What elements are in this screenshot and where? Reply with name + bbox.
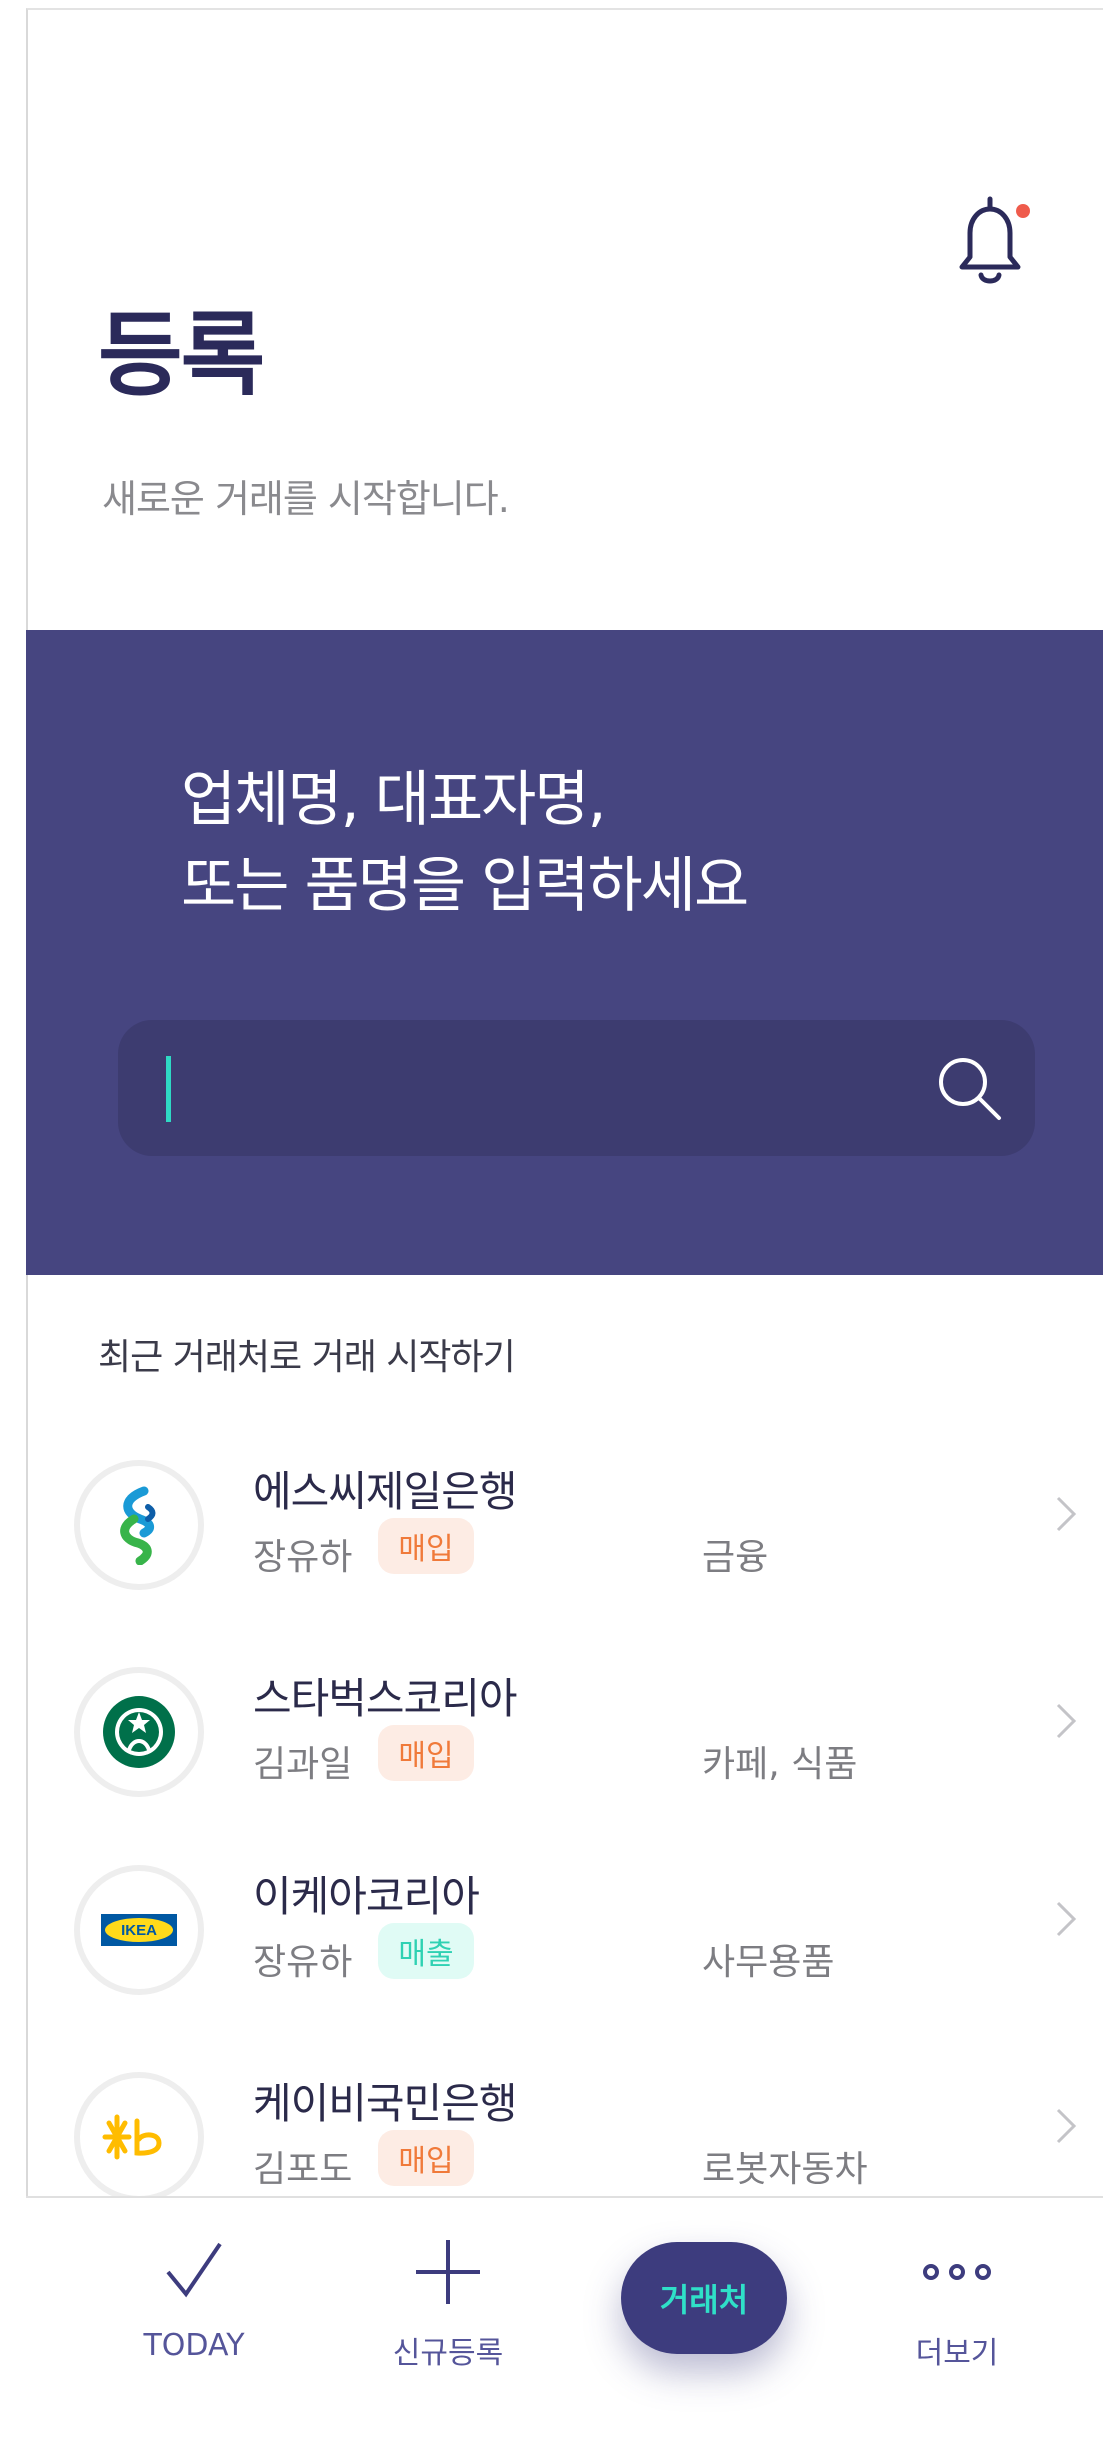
search-prompt-line2: 또는 품명을 입력하세요	[181, 851, 749, 921]
text-caret	[166, 1056, 171, 1122]
page-title: 등록	[98, 302, 265, 409]
page-subtitle: 새로운 거래를 시작합니다.	[102, 477, 510, 521]
partner-row[interactable]: 케이비국민은행 김포도 매입 로봇자동차	[26, 2042, 1103, 2212]
search-hero: 업체명, 대표자명, 또는 품명을 입력하세요	[26, 630, 1103, 1275]
search-icon[interactable]	[933, 1052, 1005, 1124]
chevron-right-icon	[1056, 1496, 1077, 1532]
tab-new[interactable]: 신규등록	[348, 2198, 548, 2398]
search-prompt-line1: 업체명, 대표자명,	[181, 765, 607, 835]
bottom-tab-bar: TODAY 신규등록 거래처 더보기	[26, 2196, 1103, 2452]
ikea-logo: IKEA	[74, 1865, 204, 1995]
plus-icon	[416, 2240, 480, 2304]
partner-category: 카페, 식품	[702, 1744, 858, 1785]
starbucks-logo	[74, 1667, 204, 1797]
tab-more-label: 더보기	[915, 2336, 999, 2371]
svg-text:IKEA: IKEA	[121, 1922, 157, 1939]
chevron-right-icon	[1056, 1901, 1077, 1937]
more-dots-icon	[923, 2264, 991, 2280]
partner-person: 장유하	[253, 1537, 353, 1578]
partner-name: 스타벅스코리아	[253, 1674, 517, 1723]
partner-person: 김과일	[253, 1744, 353, 1785]
partner-row[interactable]: IKEA 이케아코리아 장유하 매출 사무용품	[26, 1835, 1103, 2005]
trade-type-badge: 매입	[378, 2130, 474, 2186]
partner-category: 사무용품	[702, 1942, 835, 1983]
recent-partners-label: 최근 거래처로 거래 시작하기	[98, 1337, 516, 1378]
partner-row[interactable]: 스타벅스코리아 김과일 매입 카페, 식품	[26, 1637, 1103, 1807]
partner-name: 에스씨제일은행	[253, 1467, 517, 1516]
notification-dot	[1016, 204, 1030, 218]
tab-today-label: TODAY	[143, 2328, 245, 2363]
tab-partners[interactable]: 거래처	[621, 2242, 787, 2354]
partner-category: 로봇자동차	[702, 2149, 868, 2190]
chevron-right-icon	[1056, 1703, 1077, 1739]
partner-name: 케이비국민은행	[253, 2079, 517, 2128]
partner-row[interactable]: 에스씨제일은행 장유하 매입 금융	[26, 1430, 1103, 1600]
check-icon	[166, 2242, 222, 2298]
partner-person: 김포도	[253, 2149, 353, 2190]
standard-chartered-logo	[74, 1460, 204, 1590]
kb-logo	[74, 2072, 204, 2202]
trade-type-badge: 매입	[378, 1725, 474, 1781]
partner-name: 이케아코리아	[253, 1872, 480, 1921]
tab-today[interactable]: TODAY	[94, 2198, 294, 2398]
partner-person: 장유하	[253, 1942, 353, 1983]
partner-category: 금융	[702, 1537, 769, 1578]
search-input[interactable]	[118, 1020, 1035, 1156]
tab-new-label: 신규등록	[392, 2336, 504, 2371]
trade-type-badge: 매출	[378, 1923, 474, 1979]
trade-type-badge: 매입	[378, 1518, 474, 1574]
chevron-right-icon	[1056, 2108, 1077, 2144]
tab-more[interactable]: 더보기	[857, 2198, 1057, 2398]
